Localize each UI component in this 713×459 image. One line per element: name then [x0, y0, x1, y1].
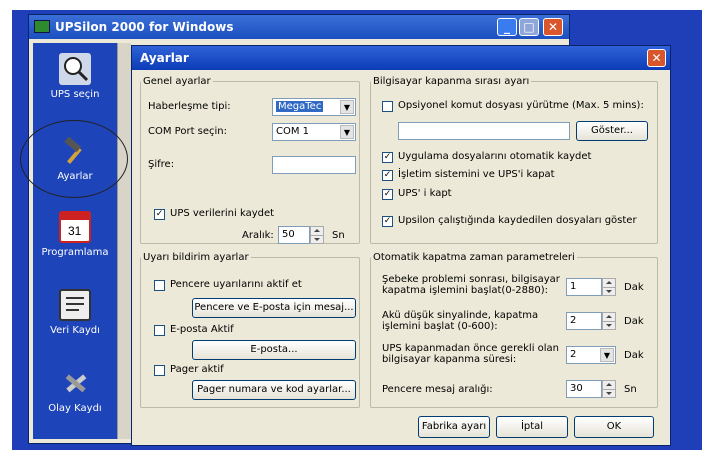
pager-button[interactable]: Pager numara ve kod ayarlar...: [192, 380, 356, 400]
highlight-circle: [20, 120, 128, 198]
grid-delay-unit: Dak: [624, 282, 644, 293]
group-legend: Bilgisayar kapanma sırası ayarı: [373, 76, 530, 87]
app-icon: [34, 20, 50, 33]
msg-interval-spinner[interactable]: [602, 380, 616, 398]
sidebar-item-label: UPS seçin: [50, 89, 100, 100]
popup-message-button[interactable]: Pencere ve E-posta için mesaj...: [192, 298, 356, 318]
optional-cmd-checkbox[interactable]: [382, 101, 393, 112]
sidebar-item-scheduling[interactable]: 31 Programlama: [33, 211, 117, 258]
factory-defaults-button[interactable]: Fabrika ayarı: [418, 416, 490, 438]
tools-icon: [59, 367, 91, 399]
ups-time-select[interactable]: 2 ▼: [566, 346, 616, 364]
popup-checkbox[interactable]: [154, 280, 165, 291]
save-data-label: UPS verilerini kaydet: [170, 208, 275, 219]
dialog-title-bar[interactable]: Ayarlar ✕: [132, 46, 670, 70]
dialog-close-button[interactable]: ✕: [647, 49, 666, 67]
grid-delay-spinner[interactable]: [602, 278, 616, 296]
interval-spinner[interactable]: [310, 226, 324, 244]
grid-delay-input[interactable]: 1: [566, 278, 602, 296]
main-window-title: UPSilon 2000 for Windows: [55, 20, 234, 34]
chevron-down-icon: ▼: [340, 125, 354, 139]
port-label: COM Port seçin:: [148, 126, 228, 137]
ups-time-label: UPS kapanmadan önce gerekli olan bilgisa…: [382, 343, 560, 365]
auto-save-checkbox[interactable]: ✓: [382, 152, 393, 163]
minimize-button[interactable]: _: [497, 18, 517, 36]
interval-input[interactable]: 50: [278, 226, 310, 244]
sidebar-item-label: Programlama: [41, 247, 109, 258]
interval-unit: Sn: [332, 230, 345, 241]
protocol-select[interactable]: MegaTec ▼: [272, 98, 356, 116]
show-saved-checkbox[interactable]: ✓: [382, 216, 393, 227]
email-label: E-posta Aktif: [170, 324, 234, 335]
calendar-icon: 31: [59, 211, 91, 243]
msg-interval-input[interactable]: 30: [566, 380, 602, 398]
show-button[interactable]: Göster...: [576, 121, 648, 141]
password-label: Şifre:: [148, 159, 175, 170]
password-input[interactable]: [272, 156, 356, 174]
sidebar: UPS seçin Ayarlar 31 Programlama Veri Ka…: [33, 43, 123, 439]
group-legend: Otomatik kapatma zaman parametreleri: [373, 252, 575, 263]
sidebar-item-ups-select[interactable]: UPS seçin: [33, 53, 117, 100]
cancel-button[interactable]: İptal: [496, 416, 568, 438]
os-ups-checkbox[interactable]: ✓: [382, 170, 393, 181]
ups-off-checkbox[interactable]: ✓: [382, 189, 393, 200]
main-close-button[interactable]: ✕: [543, 18, 563, 36]
email-button[interactable]: E-posta...: [192, 340, 356, 360]
msg-interval-label: Pencere mesaj aralığı:: [382, 384, 493, 395]
grid-delay-label: Şebeke problemi sonrası, bilgisayar kapa…: [382, 274, 560, 296]
msg-interval-unit: Sn: [624, 384, 637, 395]
svg-text:31: 31: [68, 224, 82, 238]
save-data-checkbox[interactable]: ✓: [154, 209, 165, 220]
auto-save-label: Uygulama dosyalarını otomatik kaydet: [398, 151, 592, 162]
email-checkbox[interactable]: [154, 325, 165, 336]
ok-button[interactable]: OK: [574, 416, 654, 438]
ups-off-label: UPS' i kapt: [398, 188, 452, 199]
chevron-down-icon: ▼: [340, 100, 354, 114]
optional-cmd-label: Opsiyonel komut dosyası yürütme (Max. 5 …: [398, 100, 644, 111]
battery-delay-unit: Dak: [624, 316, 644, 327]
port-select[interactable]: COM 1 ▼: [272, 123, 356, 141]
pager-checkbox[interactable]: [154, 365, 165, 376]
sidebar-item-label: Olay Kaydı: [48, 403, 102, 414]
main-title-bar[interactable]: UPSilon 2000 for Windows _ □ ✕: [29, 15, 569, 39]
sidebar-item-data-log[interactable]: Veri Kaydı: [33, 289, 117, 336]
document-icon: [59, 289, 91, 321]
group-legend: Genel ayarlar: [143, 76, 211, 87]
group-legend: Uyarı bildirim ayarlar: [143, 252, 249, 263]
chevron-down-icon: ▼: [600, 348, 614, 362]
battery-delay-label: Akü düşük sinyalinde, kapatma işlemini b…: [382, 310, 539, 332]
dialog-title: Ayarlar: [140, 51, 189, 65]
sidebar-item-event-log[interactable]: Olay Kaydı: [33, 367, 117, 414]
protocol-label: Haberleşme tipi:: [148, 101, 231, 112]
popup-label: Pencere uyarılarını aktif et: [170, 279, 302, 290]
battery-delay-input[interactable]: 2: [566, 312, 602, 330]
command-file-input[interactable]: [398, 122, 570, 140]
magnifier-icon: [59, 53, 91, 85]
sidebar-item-label: Veri Kaydı: [50, 325, 100, 336]
ups-time-unit: Dak: [624, 350, 644, 361]
battery-delay-spinner[interactable]: [602, 312, 616, 330]
maximize-button: □: [519, 18, 539, 36]
sidebar-scrollbar[interactable]: [117, 43, 131, 439]
pager-label: Pager aktif: [170, 364, 224, 375]
settings-dialog: Ayarlar ✕ Genel ayarlar Haberleşme tipi:…: [131, 45, 671, 446]
interval-label: Aralık:: [242, 230, 274, 241]
os-ups-label: İşletim sistemini ve UPS'i kapat: [398, 169, 555, 180]
show-saved-label: Upsilon çalıştığında kaydedilen dosyalar…: [398, 215, 637, 226]
